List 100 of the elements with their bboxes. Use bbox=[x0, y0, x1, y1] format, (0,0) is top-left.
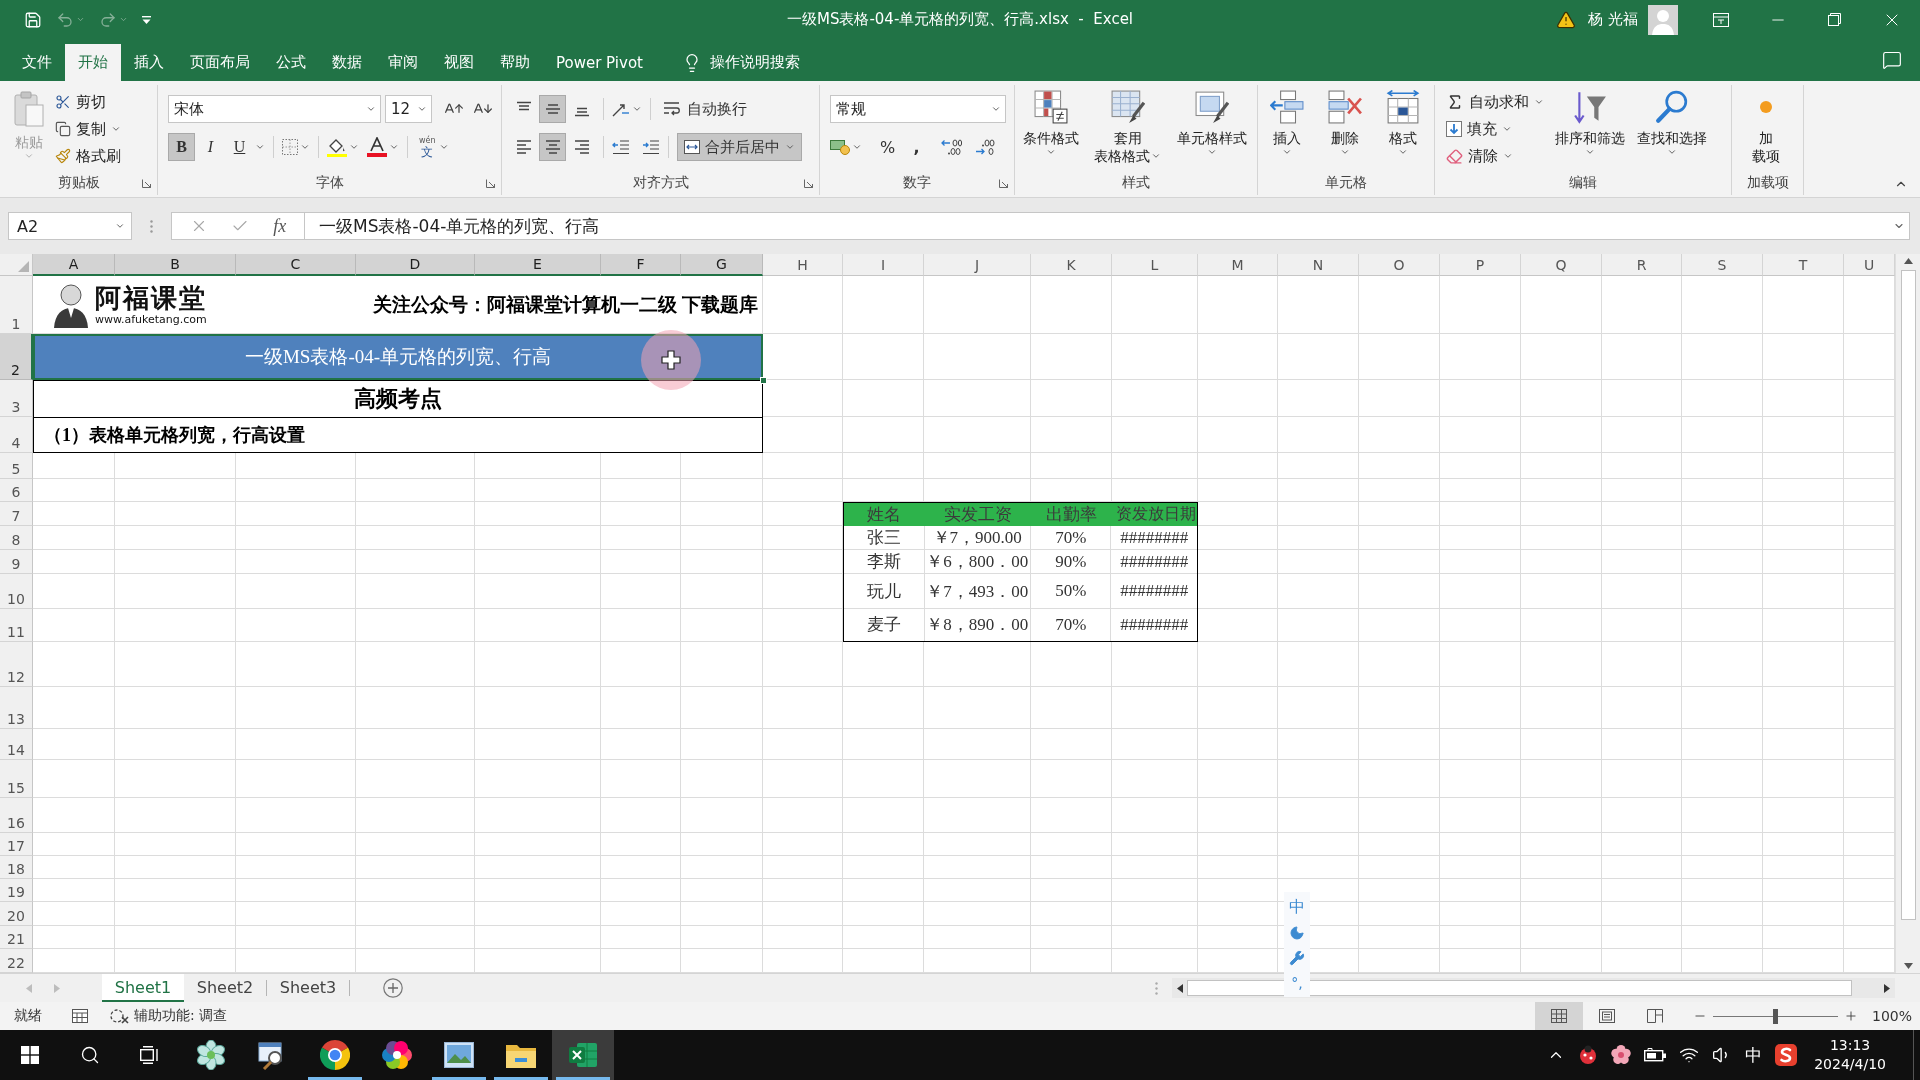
column-header[interactable]: P bbox=[1440, 254, 1521, 276]
column-header[interactable]: S bbox=[1682, 254, 1763, 276]
ribbon-tab[interactable]: 页面布局 bbox=[177, 44, 263, 81]
row-header[interactable]: 8 bbox=[0, 526, 33, 550]
phonetic-guide-button[interactable]: wén 文 bbox=[416, 133, 452, 161]
ladybug-icon[interactable] bbox=[1578, 1045, 1599, 1065]
macro-record-icon[interactable] bbox=[72, 1009, 88, 1023]
wrench-icon[interactable] bbox=[1289, 950, 1305, 966]
save-icon[interactable] bbox=[24, 10, 42, 29]
find-select-button[interactable]: 查找和选择 bbox=[1633, 88, 1711, 171]
bold-button[interactable]: B bbox=[168, 133, 195, 161]
ribbon-tab[interactable]: 视图 bbox=[431, 44, 487, 81]
row-header[interactable]: 12 bbox=[0, 642, 33, 687]
select-all-button[interactable] bbox=[0, 254, 33, 276]
zoom-in-icon[interactable] bbox=[1843, 1009, 1858, 1023]
row-header[interactable]: 19 bbox=[0, 879, 33, 902]
row-header[interactable]: 15 bbox=[0, 760, 33, 798]
dialog-launcher-icon[interactable] bbox=[804, 178, 813, 188]
row-header[interactable]: 11 bbox=[0, 609, 33, 642]
ribbon-tab[interactable]: 插入 bbox=[121, 44, 177, 81]
column-header[interactable]: R bbox=[1602, 254, 1682, 276]
fill-handle[interactable] bbox=[760, 377, 767, 384]
row-header[interactable]: 14 bbox=[0, 729, 33, 760]
scrollbar-thumb[interactable] bbox=[1900, 270, 1916, 920]
dialog-launcher-icon[interactable] bbox=[142, 178, 151, 188]
format-painter-button[interactable]: 格式刷 bbox=[52, 144, 124, 168]
wrap-text-button[interactable]: 自动换行 bbox=[659, 95, 751, 123]
row-header[interactable]: 6 bbox=[0, 479, 33, 502]
dialog-launcher-icon[interactable] bbox=[999, 178, 1008, 188]
column-header[interactable]: F bbox=[601, 254, 681, 276]
column-header[interactable]: K bbox=[1031, 254, 1112, 276]
row-header[interactable]: 4 bbox=[0, 417, 33, 453]
ribbon-tab[interactable]: 审阅 bbox=[375, 44, 431, 81]
fill-button[interactable]: 填充 bbox=[1443, 117, 1547, 141]
clock[interactable]: 13:13 2024/4/10 bbox=[1814, 1036, 1886, 1074]
comment-icon[interactable] bbox=[1882, 50, 1902, 70]
ribbon-display-icon[interactable] bbox=[1712, 12, 1729, 27]
restore-icon[interactable] bbox=[1828, 13, 1841, 26]
column-header[interactable]: G bbox=[681, 254, 763, 276]
flower-icon[interactable] bbox=[1611, 1045, 1632, 1065]
sheet-tab[interactable]: Sheet3 bbox=[267, 974, 349, 1002]
sheet-tab[interactable]: Sheet2 bbox=[184, 974, 266, 1002]
row-header[interactable]: 1 bbox=[0, 276, 33, 334]
column-header[interactable]: Q bbox=[1521, 254, 1602, 276]
sort-filter-button[interactable]: 排序和筛选 bbox=[1551, 88, 1629, 171]
underline-button[interactable]: U bbox=[226, 133, 253, 161]
row-header[interactable]: 16 bbox=[0, 798, 33, 833]
ribbon-tab[interactable]: 开始 bbox=[65, 44, 121, 81]
horizontal-scrollbar[interactable] bbox=[1172, 978, 1895, 998]
copy-button[interactable]: 复制 bbox=[52, 117, 124, 141]
row-header[interactable]: 22 bbox=[0, 949, 33, 973]
vertical-scrollbar[interactable] bbox=[1895, 254, 1920, 973]
row-header[interactable]: 3 bbox=[0, 380, 33, 417]
add-ins-button[interactable]: 加 载项 bbox=[1747, 88, 1784, 171]
font-name-field[interactable]: 宋体 bbox=[168, 95, 381, 123]
merge-center-button[interactable]: 合并后居中 bbox=[677, 133, 802, 161]
add-sheet-icon[interactable] bbox=[383, 978, 403, 998]
percent-button[interactable]: % bbox=[874, 133, 901, 161]
warning-icon[interactable] bbox=[1556, 9, 1577, 30]
clear-button[interactable]: 清除 bbox=[1443, 144, 1547, 168]
cut-button[interactable]: 剪切 bbox=[52, 90, 124, 114]
row-header[interactable]: 21 bbox=[0, 926, 33, 949]
zoom-slider-thumb[interactable] bbox=[1773, 1008, 1779, 1024]
column-header[interactable]: B bbox=[115, 254, 236, 276]
column-header[interactable]: D bbox=[356, 254, 475, 276]
italic-button[interactable]: I bbox=[197, 133, 224, 161]
task-view-icon[interactable] bbox=[140, 1046, 160, 1064]
row-header[interactable]: 17 bbox=[0, 833, 33, 856]
accessibility-button[interactable]: 辅助功能: 调查 bbox=[110, 1007, 228, 1025]
battery-icon[interactable] bbox=[1644, 1048, 1667, 1062]
align-center-button[interactable] bbox=[539, 133, 566, 161]
ribbon-tab[interactable]: Power Pivot bbox=[543, 44, 656, 81]
row-header[interactable]: 13 bbox=[0, 687, 33, 729]
delete-button[interactable]: 删除 bbox=[1324, 88, 1366, 171]
conditional-format-button[interactable]: 条件格式 bbox=[1018, 88, 1083, 171]
heading-cell[interactable]: 高频考点 bbox=[33, 380, 763, 417]
align-middle-button[interactable] bbox=[539, 95, 566, 123]
font-size-field[interactable]: 12 bbox=[385, 95, 432, 123]
ribbon-tab[interactable]: 文件 bbox=[9, 44, 65, 81]
input-method-indicator[interactable]: 中 bbox=[1745, 1043, 1763, 1067]
customize-icon[interactable] bbox=[142, 15, 151, 24]
ribbon-tab[interactable]: 公式 bbox=[263, 44, 319, 81]
zoom-level[interactable]: 100% bbox=[1871, 1008, 1912, 1024]
ribbon-tab[interactable]: 帮助 bbox=[487, 44, 543, 81]
text-cell[interactable]: （1）表格单元格列宽，行高设置 bbox=[33, 417, 763, 453]
autosum-button[interactable]: 自动求和 bbox=[1443, 90, 1547, 114]
cell-styles-button[interactable]: 单元格样式 bbox=[1173, 88, 1252, 171]
formula-field[interactable]: 一级MS表格-04-单元格的列宽、行高 bbox=[305, 212, 1910, 240]
row-header[interactable]: 18 bbox=[0, 856, 33, 879]
ribbon-tab[interactable]: 数据 bbox=[319, 44, 375, 81]
search-icon[interactable] bbox=[80, 1045, 100, 1065]
row-header[interactable]: 7 bbox=[0, 502, 33, 526]
column-header[interactable]: J bbox=[924, 254, 1031, 276]
sheet-tab[interactable]: Sheet1 bbox=[102, 974, 184, 1002]
input-method-app-icon[interactable] bbox=[1775, 1044, 1798, 1066]
column-header[interactable]: E bbox=[475, 254, 601, 276]
ime-punctuation[interactable]: °, bbox=[1291, 975, 1303, 991]
comma-button[interactable]: , bbox=[903, 133, 930, 161]
column-header[interactable]: U bbox=[1844, 254, 1895, 276]
row-header[interactable]: 9 bbox=[0, 550, 33, 574]
